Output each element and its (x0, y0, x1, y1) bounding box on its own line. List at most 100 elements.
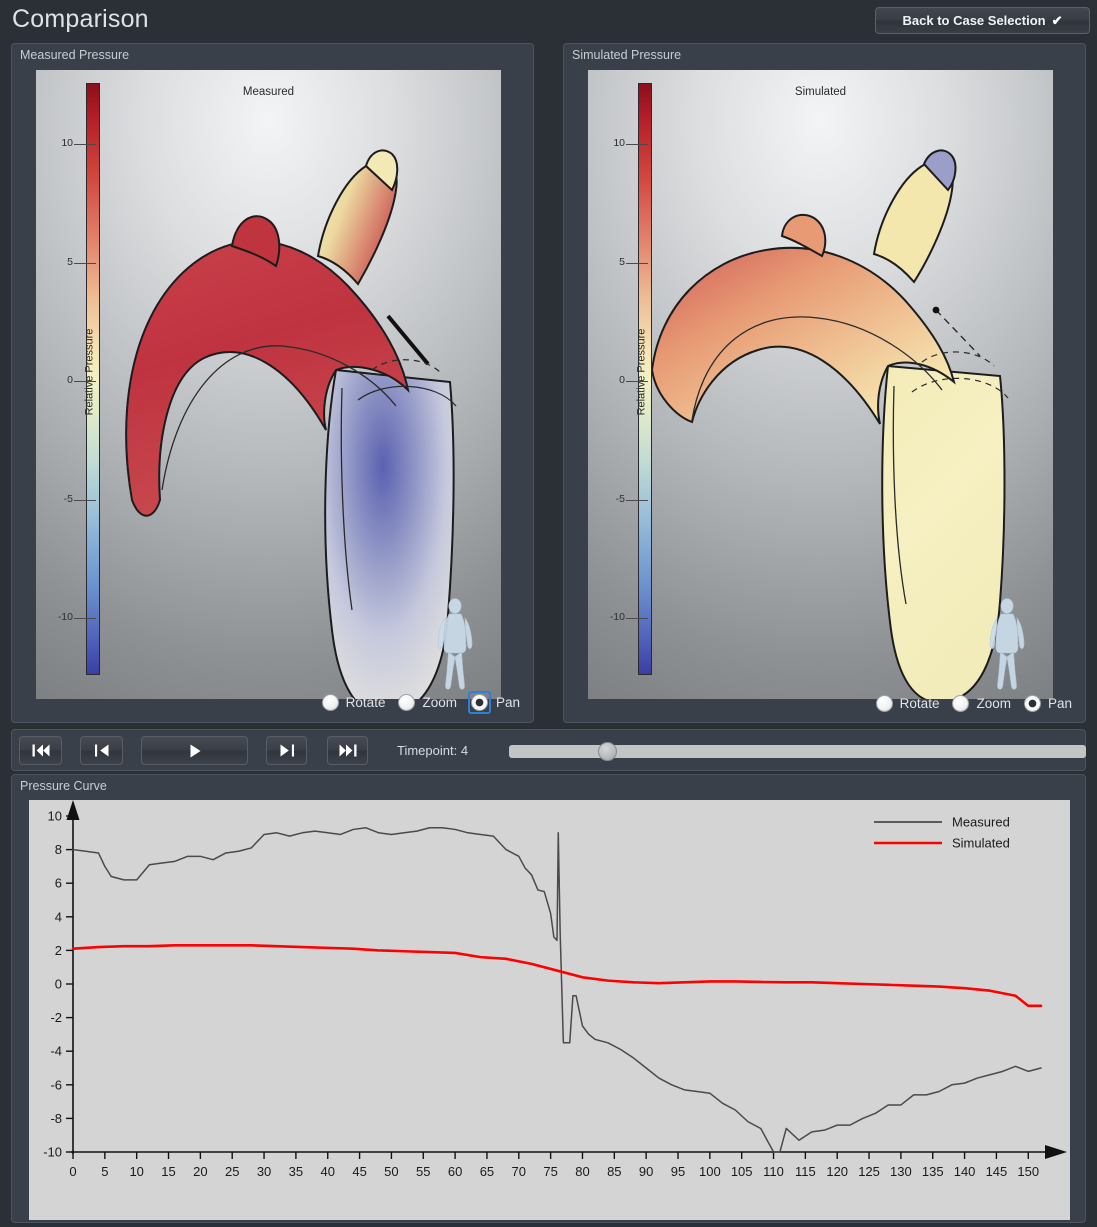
simulated-mode-zoom-label: Zoom (976, 696, 1011, 711)
simulated-mode-rotate[interactable]: Rotate (871, 691, 943, 716)
measured-interaction-mode-group: Rotate Zoom Pan (317, 689, 523, 716)
svg-text:60: 60 (448, 1164, 462, 1179)
simulated-cb-tick-m10: -10 (609, 611, 625, 623)
svg-text:65: 65 (480, 1164, 494, 1179)
play-icon (190, 744, 200, 757)
svg-text:110: 110 (763, 1164, 784, 1179)
radio-zoom-icon[interactable] (398, 694, 416, 711)
step-backward-button[interactable] (80, 736, 123, 765)
application-window: Comparison Back to Case Selection ✔ Meas… (0, 0, 1097, 1227)
timepoint-slider[interactable] (509, 742, 1086, 761)
simulated-colorbar-title: Relative Pressure (635, 328, 648, 416)
simulated-3d-viewport[interactable]: Simulated Relative Pressure 10 5 0 -5 -1… (588, 70, 1053, 699)
simulated-pressure-panel: Simulated Pressure Simulated Relative Pr… (563, 43, 1086, 723)
svg-text:135: 135 (922, 1164, 944, 1179)
measured-pressure-panel: Measured Pressure Measured Relative Pres… (11, 43, 534, 723)
pressure-curve-plot[interactable]: 0 5 10 15 20 25 30 35 40 45 50 55 60 65 70 75 80 85 90 95 10… (29, 800, 1070, 1220)
step-forward-button[interactable] (266, 736, 307, 765)
svg-text:35: 35 (289, 1164, 303, 1179)
svg-text:130: 130 (890, 1164, 912, 1179)
simulated-mode-pan-label: Pan (1047, 696, 1072, 711)
simulated-cb-tick-0: 0 (619, 374, 625, 386)
measured-mode-pan-label: Pan (495, 695, 520, 710)
measured-mode-rotate-label: Rotate (345, 695, 386, 710)
svg-text:-6: -6 (50, 1077, 62, 1092)
back-button-label: Back to Case Selection (902, 13, 1046, 28)
measured-cb-tick-10: 10 (61, 137, 73, 149)
radio-zoom-icon[interactable] (952, 695, 970, 712)
svg-text:-2: -2 (50, 1010, 62, 1025)
check-icon: ✔ (1051, 12, 1063, 28)
svg-text:115: 115 (795, 1164, 816, 1179)
svg-text:45: 45 (352, 1164, 366, 1179)
skip-end-icon (339, 744, 356, 757)
simulated-cb-tick-5: 5 (619, 256, 625, 268)
measured-cb-tick-0: 0 (67, 374, 73, 386)
svg-text:125: 125 (858, 1164, 880, 1179)
svg-text:120: 120 (826, 1164, 848, 1179)
skip-to-start-button[interactable] (19, 736, 62, 765)
radio-pan-icon[interactable] (1023, 695, 1041, 712)
svg-text:105: 105 (731, 1164, 753, 1179)
svg-text:2: 2 (55, 943, 62, 958)
measured-cb-tick-m10: -10 (57, 611, 73, 623)
simulated-mode-rotate-label: Rotate (899, 696, 940, 711)
measured-cb-tick-m5: -5 (63, 493, 73, 505)
svg-text:90: 90 (639, 1164, 653, 1179)
timepoint-label: Timepoint: 4 (397, 743, 469, 758)
svg-text:5: 5 (101, 1164, 108, 1179)
page-title: Comparison (12, 5, 149, 33)
svg-text:4: 4 (55, 909, 62, 924)
skip-to-end-button[interactable] (327, 736, 368, 765)
simulated-interaction-mode-group: Rotate Zoom Pan (871, 691, 1075, 716)
svg-text:20: 20 (193, 1164, 207, 1179)
radio-rotate-icon[interactable] (321, 694, 339, 711)
svg-text:80: 80 (575, 1164, 589, 1179)
svg-text:150: 150 (1017, 1164, 1039, 1179)
radio-rotate-icon[interactable] (875, 695, 893, 712)
svg-text:25: 25 (225, 1164, 239, 1179)
svg-text:140: 140 (954, 1164, 976, 1179)
measured-cb-tick-5: 5 (67, 256, 73, 268)
measured-mode-zoom[interactable]: Zoom (393, 690, 460, 715)
measured-mode-rotate[interactable]: Rotate (317, 690, 389, 715)
simulated-mode-pan[interactable]: Pan (1019, 691, 1075, 716)
svg-text:15: 15 (161, 1164, 175, 1179)
simulated-cb-tick-10: 10 (613, 137, 625, 149)
simulated-mode-zoom[interactable]: Zoom (947, 691, 1014, 716)
radio-pan-icon[interactable] (470, 694, 488, 711)
svg-text:-8: -8 (50, 1111, 62, 1126)
fast-forward-icon (280, 744, 294, 757)
simulated-cb-tick-m5: -5 (615, 493, 625, 505)
measured-mode-pan[interactable]: Pan (465, 689, 523, 716)
pressure-curve-panel: Pressure Curve 0 5 10 15 20 25 30 35 40 45 50 55 60 6… (11, 774, 1086, 1223)
header-bar: Comparison Back to Case Selection ✔ (0, 0, 1097, 41)
svg-text:50: 50 (384, 1164, 398, 1179)
svg-text:40: 40 (321, 1164, 335, 1179)
simulated-colorbar-axis: Relative Pressure (614, 70, 648, 670)
svg-text:Measured: Measured (952, 815, 1010, 830)
svg-text:6: 6 (55, 876, 62, 891)
svg-text:30: 30 (257, 1164, 271, 1179)
measured-colorbar-axis: Relative Pressure (62, 70, 96, 670)
svg-text:10: 10 (129, 1164, 143, 1179)
svg-text:10: 10 (48, 809, 62, 824)
human-figure-icon (989, 598, 1025, 690)
rewind-icon (94, 744, 108, 757)
svg-text:55: 55 (416, 1164, 430, 1179)
measured-mode-zoom-label: Zoom (422, 695, 457, 710)
back-to-case-selection-button[interactable]: Back to Case Selection ✔ (875, 7, 1090, 34)
svg-text:85: 85 (607, 1164, 621, 1179)
measured-3d-viewport[interactable]: Measured Relative Pressure 10 5 0 -5 -10 (36, 70, 501, 699)
svg-text:95: 95 (671, 1164, 685, 1179)
svg-text:-10: -10 (43, 1145, 62, 1160)
pressure-curve-title: Pressure Curve (20, 779, 107, 793)
measured-colorbar-title: Relative Pressure (83, 328, 96, 416)
svg-text:-4: -4 (50, 1044, 62, 1059)
svg-text:0: 0 (55, 977, 62, 992)
svg-text:145: 145 (986, 1164, 1008, 1179)
timepoint-slider-thumb[interactable] (598, 742, 618, 761)
play-button[interactable] (141, 736, 248, 765)
simulated-panel-title: Simulated Pressure (572, 48, 682, 62)
svg-text:100: 100 (699, 1164, 721, 1179)
